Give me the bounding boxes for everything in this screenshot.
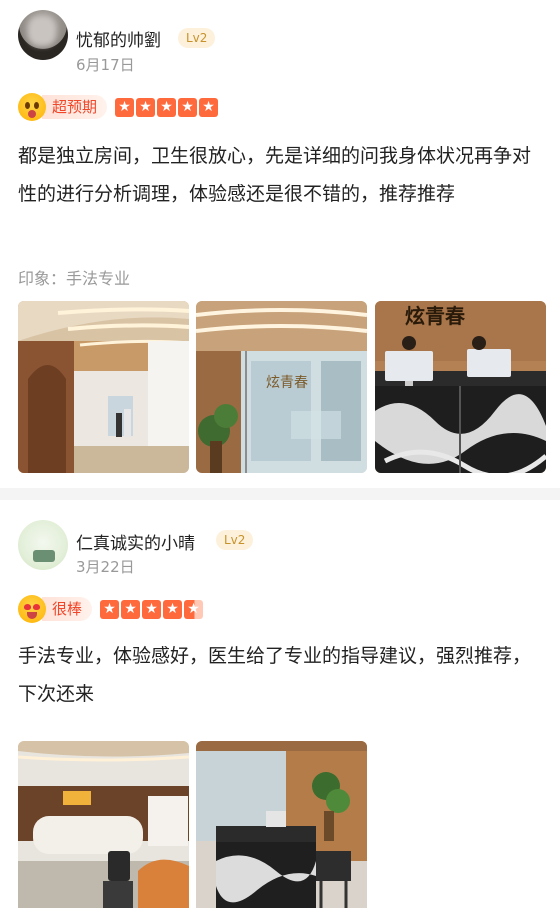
heart-eyes-face-icon <box>18 595 46 623</box>
star-icon: ★ <box>121 599 141 619</box>
star-rating: ★ ★ ★ ★ ★ <box>115 97 220 117</box>
username[interactable]: 忧郁的帅劉 <box>76 26 161 51</box>
review-text: 都是独立房间，卫生很放心，先是详细的问我身体状况再争对性的进行分析调理，体验感还… <box>18 145 532 205</box>
star-icon: ★ <box>199 97 219 117</box>
review-date: 6月17日 <box>76 56 135 74</box>
review-photo[interactable] <box>18 301 189 473</box>
surprised-face-icon <box>18 93 46 121</box>
star-icon: ★ <box>115 97 135 117</box>
review-photo[interactable] <box>18 741 189 908</box>
rating-row: 超预期 ★ ★ ★ ★ ★ <box>18 93 220 121</box>
rating-row: 很棒 ★ ★ ★ ★ ★ <box>18 595 205 623</box>
level-badge: Lv2 <box>178 28 216 48</box>
star-icon: ★ <box>157 97 177 117</box>
avatar[interactable] <box>18 10 68 60</box>
avatar[interactable] <box>18 520 68 570</box>
rating-label: 很棒 <box>42 597 93 621</box>
star-icon: ★ <box>142 599 162 619</box>
rating-label: 超预期 <box>42 95 108 119</box>
star-icon: ★ <box>100 599 120 619</box>
review-date: 3月22日 <box>76 558 135 576</box>
username[interactable]: 仁真诚实的小晴 <box>76 529 195 554</box>
review-text: 手法专业，体验感好，医生给了专业的指导建议，强烈推荐，下次还来 <box>18 645 532 705</box>
photo-sign-text: 炫青春 <box>405 304 466 328</box>
star-rating: ★ ★ ★ ★ ★ <box>100 599 205 619</box>
impression-tag: 印象：手法专业 <box>18 269 131 288</box>
star-icon: ★ <box>163 599 183 619</box>
star-icon: ★ <box>136 97 156 117</box>
photo-sign-text: 炫青春 <box>266 375 308 391</box>
review-photo[interactable]: 炫青春 <box>375 301 546 473</box>
review-photo[interactable] <box>196 741 367 908</box>
level-badge: Lv2 <box>216 530 254 550</box>
star-icon: ★ <box>178 97 198 117</box>
half-star-icon: ★ <box>184 599 204 619</box>
review-photo[interactable]: 炫青春 <box>196 301 367 473</box>
